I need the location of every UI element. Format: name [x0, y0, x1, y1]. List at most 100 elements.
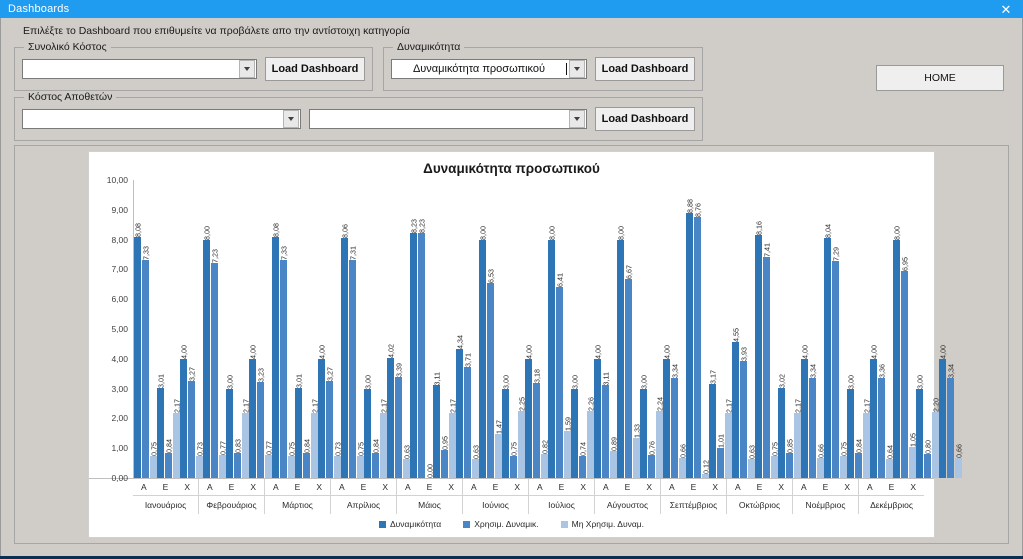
bar[interactable]: 0,75: [356, 180, 365, 478]
bar[interactable]: 0,83: [233, 180, 242, 478]
warehouse-cost-combo-2[interactable]: [308, 109, 587, 129]
bar[interactable]: 3,17: [708, 180, 717, 478]
bar[interactable]: 7,29: [831, 180, 840, 478]
bar[interactable]: 1,59: [563, 180, 572, 478]
bar[interactable]: 2,20: [931, 180, 940, 478]
bar[interactable]: 4,00: [248, 180, 257, 478]
bar[interactable]: 0,84: [302, 180, 311, 478]
bar[interactable]: 3,71: [463, 180, 472, 478]
bar[interactable]: 3,00: [639, 180, 648, 478]
bar[interactable]: 3,01: [294, 180, 303, 478]
bar[interactable]: 3,00: [846, 180, 855, 478]
bar[interactable]: 4,00: [593, 180, 602, 478]
bar[interactable]: 2,17: [379, 180, 388, 478]
bar[interactable]: 8,88: [685, 180, 694, 478]
bar[interactable]: 7,41: [762, 180, 771, 478]
bar[interactable]: 1,33: [632, 180, 641, 478]
bar[interactable]: 2,25: [517, 180, 526, 478]
close-icon[interactable]: ✕: [989, 0, 1023, 18]
bar[interactable]: 3,11: [432, 180, 441, 478]
bar[interactable]: 0,76: [647, 180, 656, 478]
bar[interactable]: 3,01: [156, 180, 165, 478]
bar[interactable]: 8,00: [892, 180, 901, 478]
bar[interactable]: 0,73: [195, 180, 204, 478]
bar[interactable]: 0,77: [218, 180, 227, 478]
bar[interactable]: 0,75: [287, 180, 296, 478]
bar[interactable]: 2,17: [310, 180, 319, 478]
bar[interactable]: 8,23: [409, 180, 418, 478]
bar[interactable]: 8,16: [754, 180, 763, 478]
warehouse-cost-combo-1[interactable]: [22, 109, 301, 129]
bar[interactable]: 0,84: [371, 180, 380, 478]
bar[interactable]: 4,00: [938, 180, 947, 478]
bar[interactable]: 3,27: [325, 180, 334, 478]
legend-item[interactable]: Χρησιμ. Δυναμικ.: [463, 519, 539, 529]
bar[interactable]: 3,27: [187, 180, 196, 478]
bar[interactable]: 3,18: [532, 180, 541, 478]
bar[interactable]: 8,04: [823, 180, 832, 478]
bar[interactable]: 0,74: [578, 180, 587, 478]
bar[interactable]: 3,93: [739, 180, 748, 478]
bar[interactable]: 0,75: [839, 180, 848, 478]
bar[interactable]: 6,67: [624, 180, 633, 478]
bar[interactable]: 0,66: [678, 180, 687, 478]
bar[interactable]: 3,34: [670, 180, 679, 478]
bar[interactable]: 3,00: [363, 180, 372, 478]
bar[interactable]: 4,00: [317, 180, 326, 478]
bar[interactable]: 0,75: [509, 180, 518, 478]
bar[interactable]: 0,63: [471, 180, 480, 478]
bar[interactable]: 3,11: [601, 180, 610, 478]
chevron-down-icon[interactable]: [569, 60, 585, 78]
bar[interactable]: 4,00: [662, 180, 671, 478]
bar[interactable]: 8,08: [133, 180, 142, 478]
bar[interactable]: 1,47: [494, 180, 503, 478]
bar[interactable]: 0,75: [770, 180, 779, 478]
bar[interactable]: 8,00: [547, 180, 556, 478]
bar[interactable]: 0,84: [164, 180, 173, 478]
load-dashboard-total-cost-button[interactable]: Load Dashboard: [265, 57, 365, 81]
legend-item[interactable]: Μη Χρησιμ. Δυναμ.: [560, 519, 644, 529]
bar[interactable]: 3,02: [777, 180, 786, 478]
bar[interactable]: 3,00: [570, 180, 579, 478]
chevron-down-icon[interactable]: [239, 60, 255, 78]
bar[interactable]: 0,82: [540, 180, 549, 478]
bar[interactable]: 7,33: [141, 180, 150, 478]
bar[interactable]: 0,95: [440, 180, 449, 478]
bar[interactable]: 6,41: [555, 180, 564, 478]
bar[interactable]: 3,34: [808, 180, 817, 478]
bar[interactable]: 1,01: [716, 180, 725, 478]
bar[interactable]: 2,24: [655, 180, 664, 478]
bar[interactable]: 6,53: [486, 180, 495, 478]
bar[interactable]: 4,34: [455, 180, 464, 478]
capacity-combo[interactable]: Δυναμικότητα προσωπικού: [391, 59, 587, 79]
bar[interactable]: 7,31: [348, 180, 357, 478]
bar[interactable]: 6,95: [900, 180, 909, 478]
bar[interactable]: 2,17: [448, 180, 457, 478]
bar[interactable]: 8,06: [340, 180, 349, 478]
bar[interactable]: 7,23: [210, 180, 219, 478]
total-cost-combo[interactable]: [22, 59, 257, 79]
home-button[interactable]: HOME: [876, 65, 1004, 91]
bar[interactable]: 0,00: [425, 180, 434, 478]
bar[interactable]: 8,00: [478, 180, 487, 478]
bar[interactable]: 3,23: [256, 180, 265, 478]
bar[interactable]: 8,08: [271, 180, 280, 478]
bar[interactable]: 3,39: [394, 180, 403, 478]
bar[interactable]: 3,00: [225, 180, 234, 478]
bar[interactable]: 3,00: [501, 180, 510, 478]
bar[interactable]: 8,00: [616, 180, 625, 478]
bar[interactable]: 4,00: [524, 180, 533, 478]
bar[interactable]: 2,26: [586, 180, 595, 478]
load-dashboard-capacity-button[interactable]: Load Dashboard: [595, 57, 695, 81]
bar[interactable]: 4,55: [731, 180, 740, 478]
bar[interactable]: 0,75: [149, 180, 158, 478]
bar[interactable]: 2,17: [172, 180, 181, 478]
bar[interactable]: 3,00: [915, 180, 924, 478]
bar[interactable]: 4,00: [179, 180, 188, 478]
bar[interactable]: 1,05: [908, 180, 917, 478]
bar[interactable]: 0,66: [954, 180, 963, 478]
load-dashboard-warehouse-cost-button[interactable]: Load Dashboard: [595, 107, 695, 131]
bar[interactable]: 0,80: [923, 180, 932, 478]
bar[interactable]: 2,17: [793, 180, 802, 478]
bar[interactable]: 0,12: [701, 180, 710, 478]
